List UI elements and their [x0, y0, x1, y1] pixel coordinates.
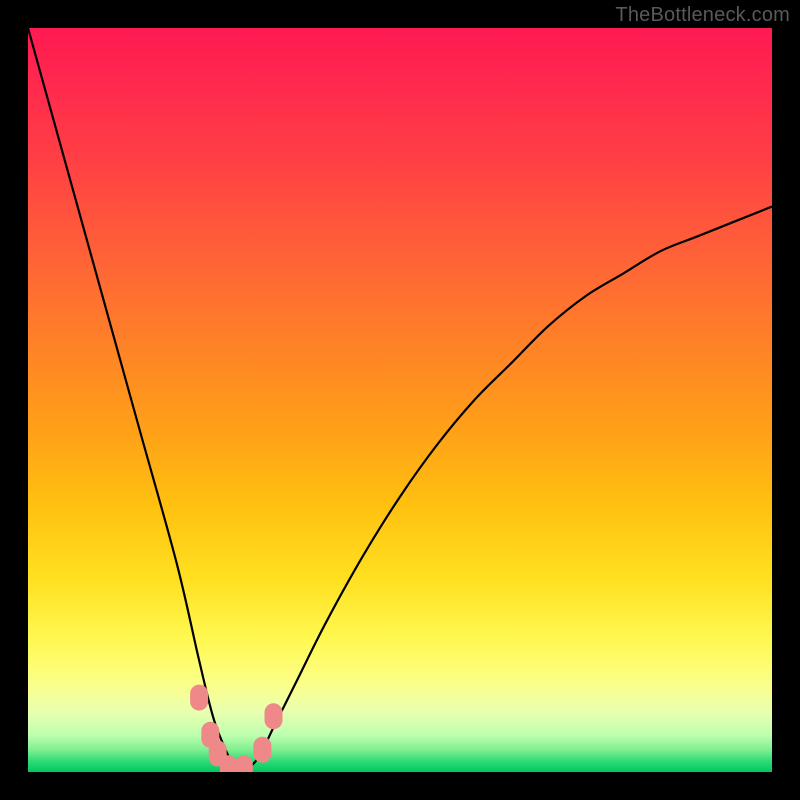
marker-point: [190, 685, 208, 711]
marker-point: [265, 703, 283, 729]
chart-frame: TheBottleneck.com: [0, 0, 800, 800]
watermark-text: TheBottleneck.com: [615, 4, 790, 27]
bottleneck-curve: [28, 28, 772, 772]
marker-point: [235, 755, 253, 772]
marker-point: [253, 737, 271, 763]
minimum-markers: [190, 685, 282, 772]
curve-layer: [28, 28, 772, 772]
plot-area: [28, 28, 772, 772]
